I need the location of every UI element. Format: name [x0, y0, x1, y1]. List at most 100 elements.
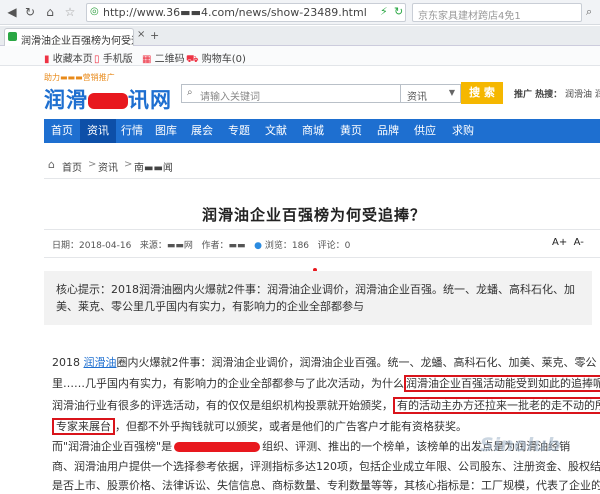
nav-expo[interactable]: 展会: [184, 119, 220, 143]
paragraph-line-7: 是否上市、股票价格、法律诉讼、失信信息、商标数量、专利数量等等，其核心指标是：工…: [52, 479, 600, 492]
nav-supply[interactable]: 供应: [406, 119, 444, 143]
tab-bar: 润滑油企业百强榜为何受追捧？ × +: [0, 26, 600, 46]
hot-items[interactable]: 润滑油 润滑: [565, 90, 600, 100]
main-nav: 首页 资讯 行情 图库 展会 专题 文献 商城 黄页 品牌 供应 求购: [44, 119, 600, 143]
eye-icon: ●: [254, 241, 262, 251]
nav-purchase[interactable]: 求购: [444, 119, 482, 143]
article-meta: 日期：2018-04-16 来源：▬▬网 作者：▬▬ ● 浏览：186 评论：0: [52, 238, 350, 251]
hot-label: 推广 热搜：: [514, 90, 563, 100]
lightning-icon[interactable]: ⚡: [380, 5, 388, 18]
breadcrumb-home[interactable]: 首页: [62, 159, 82, 174]
nav-topic[interactable]: 专题: [220, 119, 258, 143]
highlighted-text: 专家来展台: [52, 418, 115, 435]
nav-literature[interactable]: 文献: [258, 119, 294, 143]
breadcrumb-separator: >: [88, 159, 97, 170]
redaction-mark: [174, 442, 261, 452]
new-tab-icon[interactable]: +: [150, 29, 159, 42]
logo-text-b: 讯网: [128, 88, 172, 112]
article-views: 浏览：186: [264, 241, 310, 251]
logo-text-a: 润滑: [44, 88, 88, 112]
search-icon: ⌕: [187, 87, 193, 98]
back-icon[interactable]: ◀: [4, 4, 20, 20]
redaction-mark: [88, 93, 128, 109]
refresh-icon[interactable]: ↻: [22, 4, 38, 20]
search-icon[interactable]: ⌕: [586, 5, 592, 19]
divider: [44, 178, 600, 179]
paragraph-line-3: 润滑油行业有很多的评选活动，有的仅仅是组织机构投票就开始颁奖， 有的活动主办方还拉…: [52, 396, 600, 416]
breadcrumb-separator: >: [124, 159, 133, 170]
article-title: 润滑油企业百强榜为何受追捧？: [201, 206, 426, 224]
search-category-value: 资讯: [407, 92, 427, 103]
hot-searches: 推广 热搜： 润滑油 润滑: [514, 87, 600, 100]
text-span: 圈内火爆就2件事：润滑油企业调价，润滑油企业百强。统一、龙蟠、高科石化、加美、莱…: [116, 356, 597, 369]
nav-gallery[interactable]: 图库: [148, 119, 184, 143]
url-field[interactable]: ◎ http://www.36▬▬4.com/news/show-23489.h…: [86, 3, 406, 22]
nav-brand[interactable]: 品牌: [370, 119, 406, 143]
tab-close-icon[interactable]: ×: [137, 29, 145, 40]
site-search-input[interactable]: ⌕ 请输入关键词: [181, 84, 401, 103]
breadcrumb-current[interactable]: 南▬▬闻: [134, 159, 173, 174]
search-placeholder: 请输入关键词: [200, 92, 260, 103]
bookmark-mobile[interactable]: ▯ 手机版: [94, 50, 133, 65]
address-bar: ◀ ↻ ⌂ ☆ ◎ http://www.36▬▬4.com/news/show…: [0, 0, 600, 25]
home-icon: ⌂: [48, 158, 55, 171]
keyword-link[interactable]: 润滑油: [84, 356, 117, 369]
highlighted-text: 润滑油企业百强活动能受到如此的追捧呢？: [404, 375, 600, 392]
reload-green-icon[interactable]: ↻: [394, 5, 403, 18]
chevron-down-icon: ▼: [448, 88, 455, 97]
divider: [44, 229, 600, 230]
highlighted-text: 有的活动主办方还拉来一批老的走不动的所谓: [393, 397, 600, 414]
text-span: ，但都不外乎掏钱就可以颁奖，或者是他们的广告客户才能有资格获奖。: [115, 420, 467, 433]
breadcrumb: ⌂ 首页 > 资讯 > 南▬▬闻: [44, 155, 600, 174]
nav-mall[interactable]: 商城: [294, 119, 332, 143]
font-size-tools: A+ A-: [552, 237, 584, 248]
bookmarks-bar: ▮ 收藏本页 ▯ 手机版 ▦ 二维码 ⛟ 购物车(0): [0, 46, 600, 66]
bookmark-label: 手机版: [102, 54, 133, 65]
browser-tab[interactable]: 润滑油企业百强榜为何受追捧？: [4, 28, 134, 46]
paragraph-line-6: 商、润滑油用户提供一个选择参考依据，评测指标多达120项，包括企业成立年限、公司…: [52, 460, 600, 473]
cart-icon: ⛟: [186, 54, 199, 65]
nav-yellowpages[interactable]: 黄页: [332, 119, 370, 143]
bookmark-label: 二维码: [154, 54, 185, 65]
watermark: Sinolub: [480, 434, 561, 456]
bookmark-label: 收藏本页: [52, 54, 93, 65]
bookmark-qrcode[interactable]: ▦ 二维码: [142, 50, 185, 65]
font-smaller-button[interactable]: A-: [574, 237, 584, 248]
paragraph-line-1: 2018 润滑油圈内火爆就2件事：润滑油企业调价，润滑油企业百强。统一、龙蟠、高…: [52, 353, 597, 373]
url-text: http://www.36▬▬4.com/news/show-23489.htm…: [103, 6, 367, 19]
phone-icon: ▯: [94, 54, 100, 65]
font-larger-button[interactable]: A+: [552, 237, 567, 248]
search-category-select[interactable]: 资讯 ▼: [401, 84, 461, 103]
text-span: 润滑油行业有很多的评选活动，有的仅仅是组织机构投票就开始颁奖，: [52, 399, 393, 412]
browser-window: ◀ ↻ ⌂ ☆ ◎ http://www.36▬▬4.com/news/show…: [0, 0, 600, 494]
breadcrumb-news[interactable]: 资讯: [98, 159, 118, 174]
nav-home[interactable]: 首页: [44, 119, 80, 143]
favicon-icon: [8, 32, 17, 41]
article-source: 来源：▬▬网: [139, 241, 193, 251]
article-summary: 核心提示：2018润滑油圈内火爆就2件事：润滑油企业调价，润滑油企业百强。统一、…: [44, 271, 592, 325]
article-author: 作者：▬▬: [201, 241, 246, 251]
search-button[interactable]: 搜 索: [461, 82, 503, 104]
star-icon[interactable]: ☆: [62, 4, 78, 20]
browser-search-field[interactable]: 京东家具建材跨店4免1: [412, 3, 582, 22]
qrcode-icon: ▦: [142, 54, 152, 65]
text-span: 里……几乎国内有实力，有影响力的企业全部都参与了此次活动，为什么: [52, 377, 404, 390]
nav-news[interactable]: 资讯: [80, 119, 116, 143]
article-comments: 评论：0: [317, 241, 351, 251]
divider: [44, 257, 600, 258]
paragraph-line-2: 里……几乎国内有实力，有影响力的企业全部都参与了此次活动，为什么 润滑油企业百强活…: [52, 374, 600, 394]
article-date: 日期：2018-04-16: [52, 241, 132, 251]
nav-market[interactable]: 行情: [116, 119, 148, 143]
bookmark-label: 购物车(0): [201, 54, 246, 65]
paragraph-line-4: 专家来展台 ，但都不外乎掏钱就可以颁奖，或者是他们的广告客户才能有资格获奖。: [52, 417, 467, 437]
bookmark-collect[interactable]: ▮ 收藏本页: [44, 50, 93, 65]
text-span: 而"润滑油企业百强榜"是: [52, 440, 173, 453]
home-icon[interactable]: ⌂: [42, 4, 58, 20]
text-span: 2018: [52, 356, 84, 369]
bookmark-icon: ▮: [44, 54, 50, 65]
bookmark-cart[interactable]: ⛟ 购物车(0): [186, 50, 246, 67]
site-logo[interactable]: 润滑 讯网: [44, 84, 172, 114]
logo-tagline: 助力▬▬▬营销推广: [44, 73, 115, 82]
secure-icon: ◎: [90, 6, 99, 17]
tab-title: 润滑油企业百强榜为何受追捧？: [21, 36, 133, 46]
